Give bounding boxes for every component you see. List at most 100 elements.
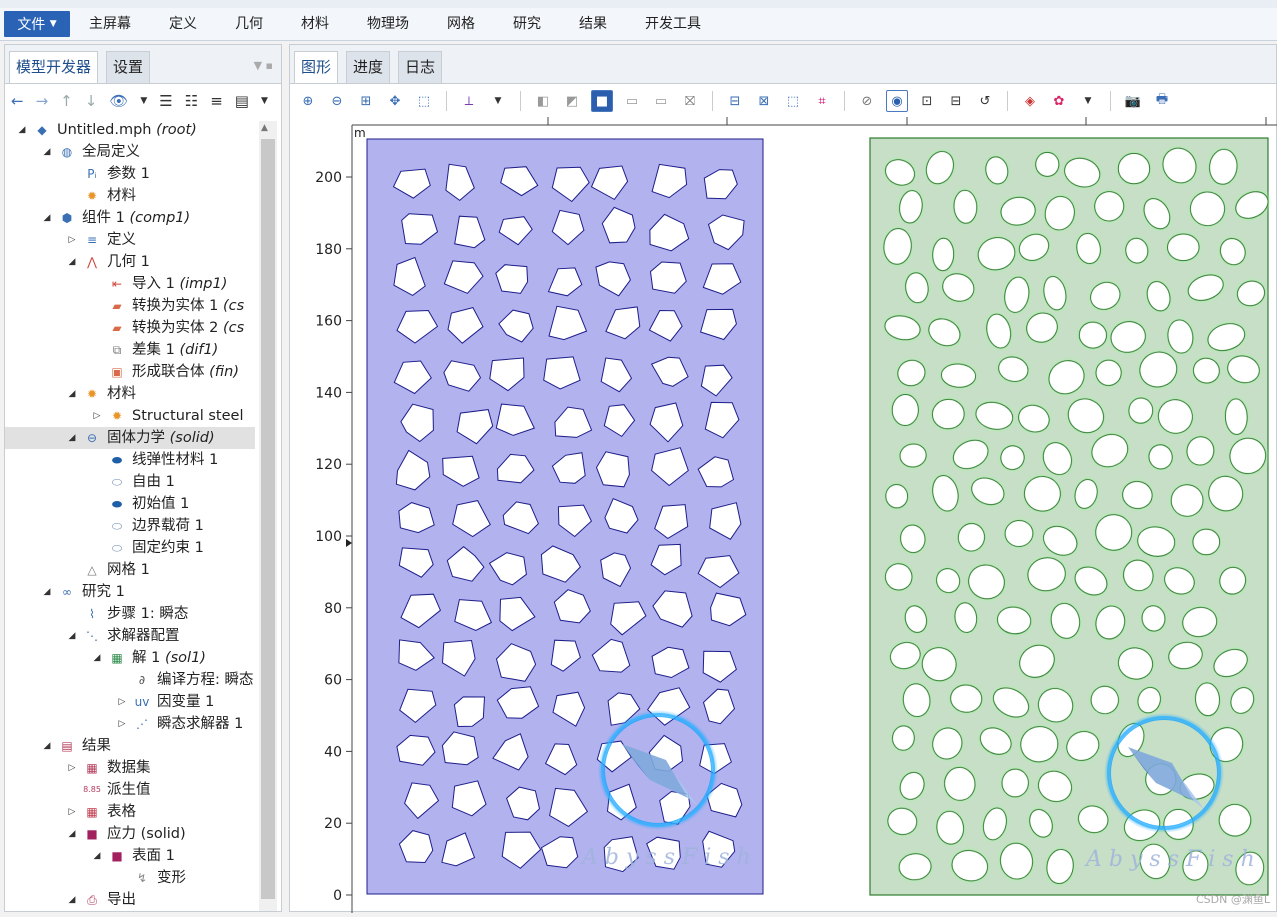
porous-plate-geometry[interactable] bbox=[869, 137, 1272, 896]
menu-results[interactable]: 结果 bbox=[560, 8, 626, 40]
pore-hole[interactable] bbox=[1035, 151, 1060, 177]
pin-icon[interactable]: ▼ ▪ bbox=[254, 59, 273, 72]
collapse-toggle-icon[interactable]: ◢ bbox=[67, 383, 77, 405]
zoom-in-icon[interactable]: ⊕ bbox=[298, 91, 318, 111]
collapse-toggle-icon[interactable]: ◢ bbox=[67, 625, 77, 647]
forward-arrow-icon[interactable]: → bbox=[36, 92, 49, 110]
expand-all-icon[interactable]: ☷ bbox=[185, 92, 198, 110]
tree-node[interactable]: ◢ ◆ Untitled.mph (root) bbox=[5, 119, 255, 141]
menu-mesh[interactable]: 网格 bbox=[428, 8, 494, 40]
collapse-toggle-icon[interactable]: ◢ bbox=[42, 735, 52, 757]
axis-orientation-icon[interactable]: ⟂ bbox=[459, 91, 479, 111]
tree-node[interactable]: ◢ ⎙ 导出 bbox=[5, 889, 255, 911]
tree-node[interactable]: ◢ ⊖ 固体力学 (solid) bbox=[5, 427, 255, 449]
pore-hole[interactable] bbox=[1117, 152, 1151, 185]
tree-node[interactable]: ⬭ 自由 1 bbox=[5, 471, 255, 493]
tree-node[interactable]: ⬬ 初始值 1 bbox=[5, 493, 255, 515]
clear-selection-icon[interactable]: ⬚ bbox=[783, 91, 803, 111]
select-edges-icon[interactable]: ▭ bbox=[622, 91, 642, 111]
show-icon[interactable]: 👁 bbox=[109, 92, 128, 110]
menu-developer[interactable]: 开发工具 bbox=[626, 8, 720, 40]
move-down-icon[interactable]: ↓ bbox=[85, 92, 98, 110]
toolbar-dropdown-icon[interactable]: ▼ bbox=[261, 96, 268, 106]
views-dropdown-icon[interactable]: ▼ bbox=[488, 91, 508, 111]
tab-graphics[interactable]: 图形 bbox=[294, 51, 339, 83]
tree-node[interactable]: 8.85 派生值 bbox=[5, 779, 255, 801]
zoom-extents-icon[interactable]: ⬚ bbox=[414, 91, 434, 111]
tree-node[interactable]: ▷ ▦ 表格 bbox=[5, 801, 255, 823]
back-arrow-icon[interactable]: ← bbox=[11, 92, 24, 110]
collapse-toggle-icon[interactable]: ◢ bbox=[67, 889, 77, 911]
tree-node[interactable]: ▷ ⋰ 瞬态求解器 1 bbox=[5, 713, 255, 735]
tab-settings[interactable]: 设置 bbox=[106, 51, 151, 83]
collapse-toggle-icon[interactable]: ◢ bbox=[42, 207, 52, 229]
paint-selection-icon[interactable]: ⌗ bbox=[812, 91, 832, 111]
list-view-icon[interactable]: ▤ bbox=[235, 92, 249, 110]
wireframe-icon[interactable]: ⊡ bbox=[917, 91, 937, 111]
tree-node[interactable]: ⇤ 导入 1 (imp1) bbox=[5, 273, 255, 295]
tree-node[interactable]: ⌇ 步骤 1: 瞬态 bbox=[5, 603, 255, 625]
print-icon[interactable]: 🖶 bbox=[1152, 91, 1172, 111]
expand-toggle-icon[interactable]: ▷ bbox=[92, 405, 102, 427]
tree-node[interactable]: ▰ 转换为实体 2 (cs bbox=[5, 317, 255, 339]
sort-icon[interactable]: ≡ bbox=[210, 92, 223, 110]
tab-model-builder[interactable]: 模型开发器 bbox=[9, 51, 99, 83]
expand-toggle-icon[interactable]: ▷ bbox=[67, 757, 77, 779]
select-box-icon[interactable]: ⊟ bbox=[725, 91, 745, 111]
tree-node[interactable]: ▣ 形成联合体 (fin) bbox=[5, 361, 255, 383]
pore-hole[interactable] bbox=[891, 394, 919, 426]
tab-log[interactable]: 日志 bbox=[398, 51, 443, 83]
hide-icon[interactable]: ⊘ bbox=[857, 91, 877, 111]
expand-toggle-icon[interactable]: ▷ bbox=[67, 801, 77, 823]
menu-materials[interactable]: 材料 bbox=[282, 8, 348, 40]
color-palette-icon[interactable]: ✿ bbox=[1049, 91, 1069, 111]
tree-node[interactable]: ◢ ✹ 材料 bbox=[5, 383, 255, 405]
tab-progress[interactable]: 进度 bbox=[346, 51, 391, 83]
menu-physics[interactable]: 物理场 bbox=[348, 8, 428, 40]
scroll-thumb[interactable] bbox=[261, 139, 275, 899]
pore-hole[interactable] bbox=[1167, 233, 1200, 262]
zoom-out-icon[interactable]: ⊖ bbox=[327, 91, 347, 111]
select-domains-icon[interactable]: ◩ bbox=[562, 91, 582, 111]
show-view-icon[interactable]: ◉ bbox=[886, 90, 908, 112]
tree-node[interactable]: ∂ 编译方程: 瞬态 bbox=[5, 669, 255, 691]
collapse-toggle-icon[interactable]: ◢ bbox=[92, 647, 102, 669]
collapse-toggle-icon[interactable]: ◢ bbox=[67, 823, 77, 845]
collapse-toggle-icon[interactable]: ◢ bbox=[67, 251, 77, 273]
tree-node[interactable]: ◢ ▤ 结果 bbox=[5, 735, 255, 757]
scene-light-icon[interactable]: ◈ bbox=[1020, 91, 1040, 111]
expand-toggle-icon[interactable]: ▷ bbox=[117, 691, 127, 713]
tree-node[interactable]: ◢ ■ 应力 (solid) bbox=[5, 823, 255, 845]
show-dropdown-icon[interactable]: ▼ bbox=[140, 96, 147, 106]
menu-study[interactable]: 研究 bbox=[494, 8, 560, 40]
tree-node[interactable]: △ 网格 1 bbox=[5, 559, 255, 581]
select-boundaries-icon[interactable]: ■ bbox=[591, 90, 613, 112]
tree-node[interactable]: ✹ 材料 bbox=[5, 185, 255, 207]
transparency-icon[interactable]: ⊟ bbox=[946, 91, 966, 111]
tree-node[interactable]: ▷ ▦ 数据集 bbox=[5, 757, 255, 779]
select-objects-icon[interactable]: ◧ bbox=[533, 91, 553, 111]
pore-hole[interactable] bbox=[1192, 528, 1221, 556]
tree-node[interactable]: Pᵢ 参数 1 bbox=[5, 163, 255, 185]
select-none-icon[interactable]: ⛝ bbox=[680, 91, 700, 111]
move-up-icon[interactable]: ↑ bbox=[60, 92, 73, 110]
file-menu-button[interactable]: 文件 ▼ bbox=[4, 11, 70, 37]
tree-node[interactable]: ◢ ⋀ 几何 1 bbox=[5, 251, 255, 273]
scroll-up-icon[interactable]: ▲ bbox=[261, 123, 268, 133]
tree-node[interactable]: ◢ ■ 表面 1 bbox=[5, 845, 255, 867]
camera-icon[interactable]: 📷 bbox=[1123, 91, 1143, 111]
collapse-toggle-icon[interactable]: ◢ bbox=[17, 119, 27, 141]
tree-node[interactable]: ▰ 转换为实体 1 (cs bbox=[5, 295, 255, 317]
tree-node[interactable]: ⧉ 差集 1 (dif1) bbox=[5, 339, 255, 361]
menu-definitions[interactable]: 定义 bbox=[150, 8, 216, 40]
collapse-toggle-icon[interactable]: ◢ bbox=[67, 427, 77, 449]
palette-dropdown-icon[interactable]: ▼ bbox=[1078, 91, 1098, 111]
collapse-toggle-icon[interactable]: ◢ bbox=[42, 581, 52, 603]
zoom-box-icon[interactable]: ⊞ bbox=[356, 91, 376, 111]
geometry-plot[interactable]: m 0 20 40 60 80 100 120 140 160 180 200 bbox=[290, 117, 1277, 913]
tree-node[interactable]: ◢ ◍ 全局定义 bbox=[5, 141, 255, 163]
zoom-selected-icon[interactable]: ✥ bbox=[385, 91, 405, 111]
tree-node[interactable]: ◢ ∞ 研究 1 bbox=[5, 581, 255, 603]
expand-toggle-icon[interactable]: ▷ bbox=[117, 713, 127, 735]
voronoi-lattice-geometry[interactable] bbox=[366, 138, 764, 895]
